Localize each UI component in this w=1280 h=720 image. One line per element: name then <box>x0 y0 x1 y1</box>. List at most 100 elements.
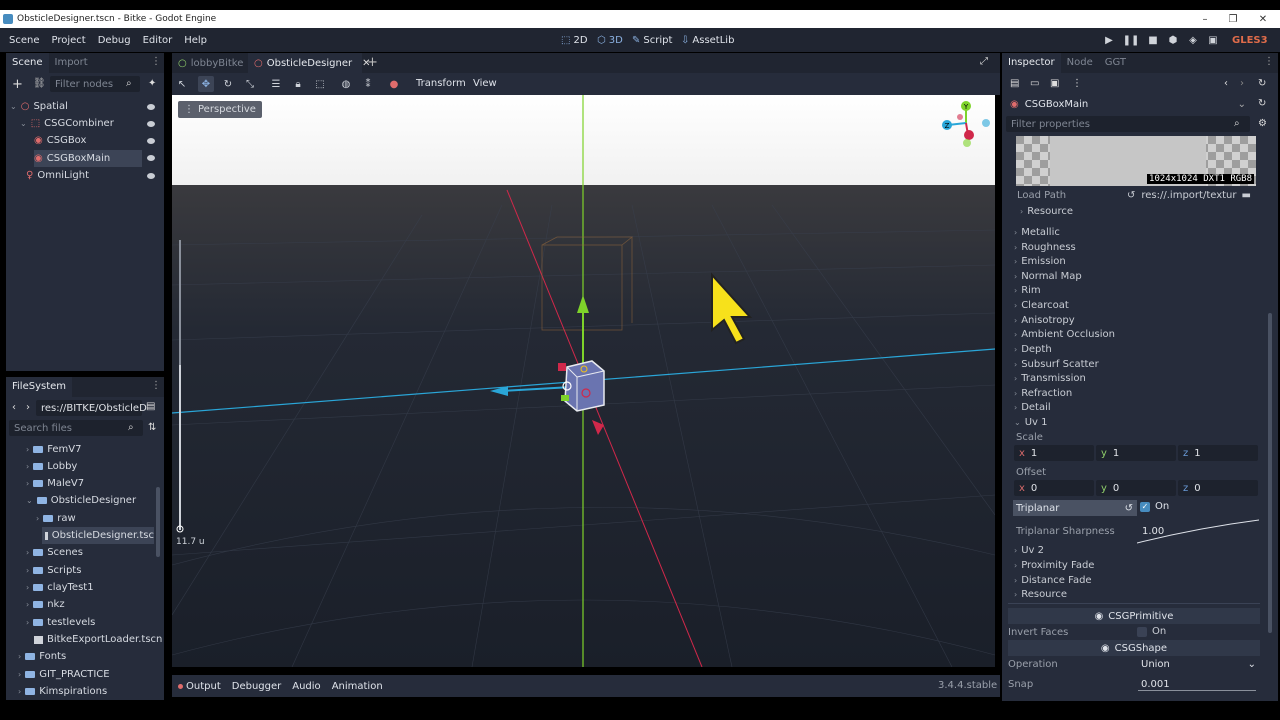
revert-icon[interactable]: ↺ <box>1127 190 1135 201</box>
texture-preview[interactable]: 1024x1024 DXT1 RGB8 <box>1016 136 1256 186</box>
fs-folder-git-practice[interactable]: › GIT_PRACTICE <box>18 666 110 683</box>
operation-select[interactable]: Union ⌄ <box>1136 656 1260 672</box>
section-distance-fade[interactable]: › Distance Fade <box>1014 573 1092 587</box>
visibility-eye-icon[interactable] <box>147 173 155 179</box>
search-files-input[interactable]: Search files <box>9 420 143 436</box>
save-resource-icon[interactable]: ▣ <box>1050 78 1059 89</box>
section-uv2[interactable]: › Uv 2 <box>1014 543 1044 557</box>
rotate-tool-icon[interactable]: ↻ <box>220 76 236 92</box>
play-custom-icon[interactable]: ◈ <box>1183 28 1203 52</box>
move-tool-icon[interactable]: ✥ <box>198 76 214 92</box>
revert-icon[interactable]: ↺ <box>1125 503 1133 514</box>
object-selector[interactable]: ◉ CSGBoxMain ⌄ <box>1006 96 1264 113</box>
section-depth[interactable]: › Depth <box>1014 342 1052 356</box>
section-detail[interactable]: › Detail <box>1014 400 1051 414</box>
history-forward-icon[interactable]: › <box>1240 78 1244 89</box>
history-icon[interactable]: ↻ <box>1258 98 1266 109</box>
mode-3d-button[interactable]: ⬡ 3D <box>597 28 623 52</box>
scale-x-field[interactable]: x1 <box>1014 445 1094 461</box>
filter-properties-input[interactable]: Filter properties <box>1006 116 1250 132</box>
add-node-icon[interactable]: + <box>12 77 23 92</box>
distraction-free-icon[interactable]: ⤢ <box>980 56 988 67</box>
back-icon[interactable]: ‹ <box>12 402 16 413</box>
section-normal-map[interactable]: › Normal Map <box>1014 269 1082 283</box>
minimize-button[interactable]: – <box>1190 10 1220 28</box>
section-uv1[interactable]: ⌄ Uv 1 <box>1014 415 1047 429</box>
list-view-icon[interactable]: ▤ <box>146 401 155 412</box>
scale-tool-icon[interactable]: ⤡ <box>242 76 258 92</box>
scale-z-field[interactable]: z1 <box>1178 445 1258 461</box>
visibility-eye-icon[interactable] <box>147 121 155 127</box>
fs-folder-claytest1[interactable]: › clayTest1 <box>26 579 94 596</box>
tab-import[interactable]: Import <box>49 53 94 73</box>
section-refraction[interactable]: › Refraction <box>1014 386 1072 400</box>
perspective-button[interactable]: ⋮ Perspective <box>178 101 262 118</box>
group-icon[interactable]: ⬚ <box>312 76 328 92</box>
tree-item-csgbox[interactable]: ◉ CSGBox <box>34 132 160 149</box>
fs-folder-femv7[interactable]: › FemV7 <box>26 441 82 458</box>
scale-y-field[interactable]: y1 <box>1096 445 1176 461</box>
dock-menu-icon[interactable]: ⋮ <box>151 56 161 67</box>
fs-folder-raw[interactable]: › raw <box>36 510 76 527</box>
new-tab-icon[interactable]: + <box>367 55 378 70</box>
viewport-3d[interactable]: ⋮ Perspective 11.7 u Y Z <box>172 95 995 667</box>
path-field[interactable]: res://BITKE/ObsticleD <box>36 400 147 416</box>
renderer-label[interactable]: GLES3 <box>1232 28 1268 52</box>
section-resource[interactable]: › Resource <box>1014 587 1067 601</box>
tree-item-csgboxmain[interactable]: ◉ CSGBoxMain <box>34 150 142 167</box>
camera-icon[interactable]: ● <box>386 76 402 92</box>
tab-ggt[interactable]: GGT <box>1099 53 1132 73</box>
menu-help[interactable]: Help <box>178 35 213 46</box>
visibility-eye-icon[interactable] <box>147 104 155 110</box>
local-space-icon[interactable]: ◍ <box>338 76 354 92</box>
tab-obsticledesigner[interactable]: ○ ObsticleDesigner ✕ <box>248 53 370 73</box>
offset-z-field[interactable]: z0 <box>1178 480 1258 496</box>
tree-item-csgcombiner[interactable]: ⌄ ⬚ CSGCombiner <box>20 115 160 132</box>
filter-options-icon[interactable]: ⚙ <box>1258 118 1267 129</box>
snap-icon[interactable]: ⁑ <box>360 76 376 92</box>
scrollbar[interactable] <box>156 487 160 557</box>
history-back-icon[interactable]: ‹ <box>1224 78 1228 89</box>
menu-scene[interactable]: Scene <box>3 35 46 46</box>
csgshape-header[interactable]: ◉ CSGShape <box>1008 640 1260 656</box>
section-ambient-occlusion[interactable]: › Ambient Occlusion <box>1014 327 1115 341</box>
pause-icon[interactable]: ❚❚ <box>1121 28 1141 52</box>
fs-folder-kimspirations[interactable]: › Kimspirations <box>18 683 107 700</box>
list-select-icon[interactable]: ☰ <box>268 76 284 92</box>
fs-folder-testlevels[interactable]: › testlevels <box>26 614 95 631</box>
fs-folder-scenes[interactable]: › Scenes <box>26 544 83 561</box>
tab-debugger[interactable]: Debugger <box>232 681 282 692</box>
visibility-eye-icon[interactable] <box>147 155 155 161</box>
mode-script-button[interactable]: ✎ Script <box>632 28 672 52</box>
tree-item-spatial[interactable]: ⌄ ○ Spatial <box>10 98 160 115</box>
section-transmission[interactable]: › Transmission <box>1014 371 1086 385</box>
section-metallic[interactable]: › Metallic <box>1014 225 1060 239</box>
snap-slider[interactable] <box>1138 690 1256 691</box>
menu-project[interactable]: Project <box>46 35 92 46</box>
tab-filesystem[interactable]: FileSystem <box>6 377 73 397</box>
offset-x-field[interactable]: x0 <box>1014 480 1094 496</box>
fs-folder-obsticledesigner[interactable]: ⌄ ObsticleDesigner <box>26 492 136 509</box>
fs-folder-nkz[interactable]: › nkz <box>26 596 65 613</box>
dock-menu-icon[interactable]: ⋮ <box>151 380 161 391</box>
movie-icon[interactable]: ▣ <box>1203 28 1223 52</box>
view-menu[interactable]: View <box>473 78 497 89</box>
mode-assetlib-button[interactable]: ⇩ AssetLib <box>681 28 734 52</box>
menu-debug[interactable]: Debug <box>92 35 137 46</box>
sort-icon[interactable]: ⇅ <box>148 422 156 433</box>
menu-editor[interactable]: Editor <box>137 35 179 46</box>
dock-menu-icon[interactable]: ⋮ <box>1264 56 1274 67</box>
orientation-gizmo[interactable]: Y Z <box>938 99 992 149</box>
tab-audio[interactable]: Audio <box>292 681 320 692</box>
fs-folder-lobby[interactable]: › Lobby <box>26 458 77 475</box>
fs-folder-scripts[interactable]: › Scripts <box>26 562 81 579</box>
fs-folder-fonts[interactable]: › Fonts <box>18 648 66 665</box>
tree-item-omnilight[interactable]: ♀ OmniLight <box>26 167 160 184</box>
lock-icon[interactable]: 🔒︎ <box>290 76 306 92</box>
open-resource-icon[interactable]: ▭ <box>1030 78 1039 89</box>
tab-animation[interactable]: Animation <box>332 681 383 692</box>
new-resource-icon[interactable]: ▤ <box>1010 78 1019 89</box>
triplanar-checkbox[interactable]: ✓ On <box>1140 501 1169 512</box>
fs-file-obsticledesigner[interactable]: ObsticleDesigner.tsc <box>42 527 154 544</box>
section-rim[interactable]: › Rim <box>1014 283 1041 297</box>
